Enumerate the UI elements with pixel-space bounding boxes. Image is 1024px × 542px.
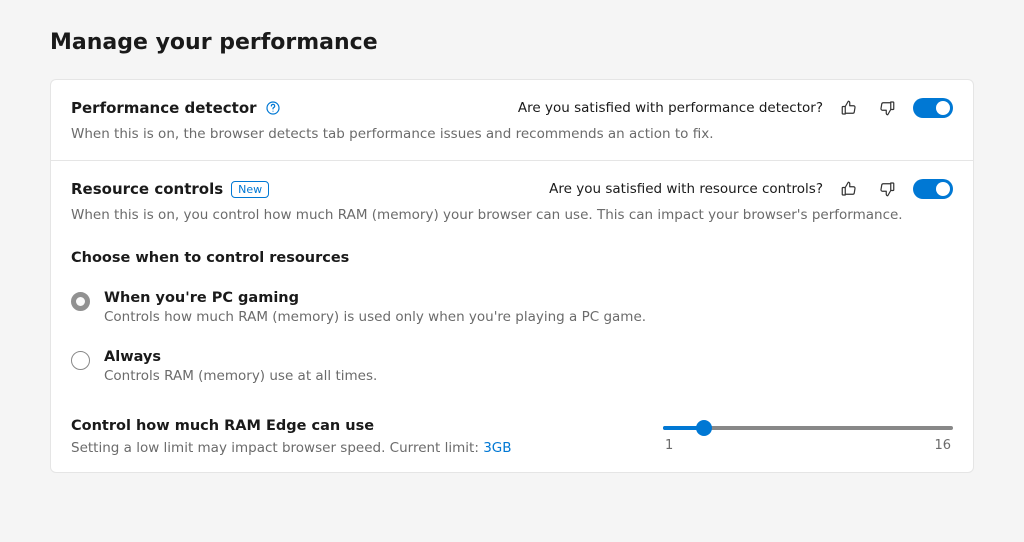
radio-option-pc-gaming[interactable]: When you're PC gaming Controls how much … [71,282,953,341]
thumbs-down-button[interactable] [875,177,899,201]
thumbs-down-icon [878,180,896,198]
resource-controls-toggle[interactable] [913,179,953,199]
current-limit-link[interactable]: 3GB [483,440,511,456]
slider-min-label: 1 [665,438,673,453]
radio-button[interactable] [71,351,90,370]
radio-description: Controls how much RAM (memory) is used o… [104,309,646,325]
radio-button[interactable] [71,292,90,311]
ram-slider-handle[interactable] [696,420,712,436]
thumbs-up-button[interactable] [837,96,861,120]
performance-detector-description: When this is on, the browser detects tab… [71,124,953,144]
thumbs-down-button[interactable] [875,96,899,120]
ram-slider-description: Setting a low limit may impact browser s… [71,440,623,456]
radio-label: When you're PC gaming [104,290,646,306]
radio-description: Controls RAM (memory) use at all times. [104,368,377,384]
radio-label: Always [104,349,377,365]
performance-detector-title: Performance detector [71,99,257,117]
resource-controls-title: Resource controls [71,180,223,198]
slider-max-label: 16 [934,438,951,453]
thumbs-up-button[interactable] [837,177,861,201]
ram-slider-heading: Control how much RAM Edge can use [71,418,623,434]
resource-controls-description: When this is on, you control how much RA… [71,205,953,225]
choose-when-heading: Choose when to control resources [71,250,953,266]
page-title: Manage your performance [50,30,974,55]
ram-slider-track[interactable] [663,426,953,430]
settings-card: Performance detector Are you satisfied w… [50,79,974,473]
performance-detector-section: Performance detector Are you satisfied w… [51,80,973,160]
new-badge: New [231,181,269,198]
resource-controls-satisfaction-text: Are you satisfied with resource controls… [549,181,823,197]
radio-option-always[interactable]: Always Controls RAM (memory) use at all … [71,341,953,400]
resource-controls-section: Resource controls New Are you satisfied … [51,160,973,471]
thumbs-up-icon [840,180,858,198]
thumbs-up-icon [840,99,858,117]
performance-detector-satisfaction-text: Are you satisfied with performance detec… [518,100,823,116]
help-icon[interactable] [265,100,281,116]
thumbs-down-icon [878,99,896,117]
performance-detector-toggle[interactable] [913,98,953,118]
